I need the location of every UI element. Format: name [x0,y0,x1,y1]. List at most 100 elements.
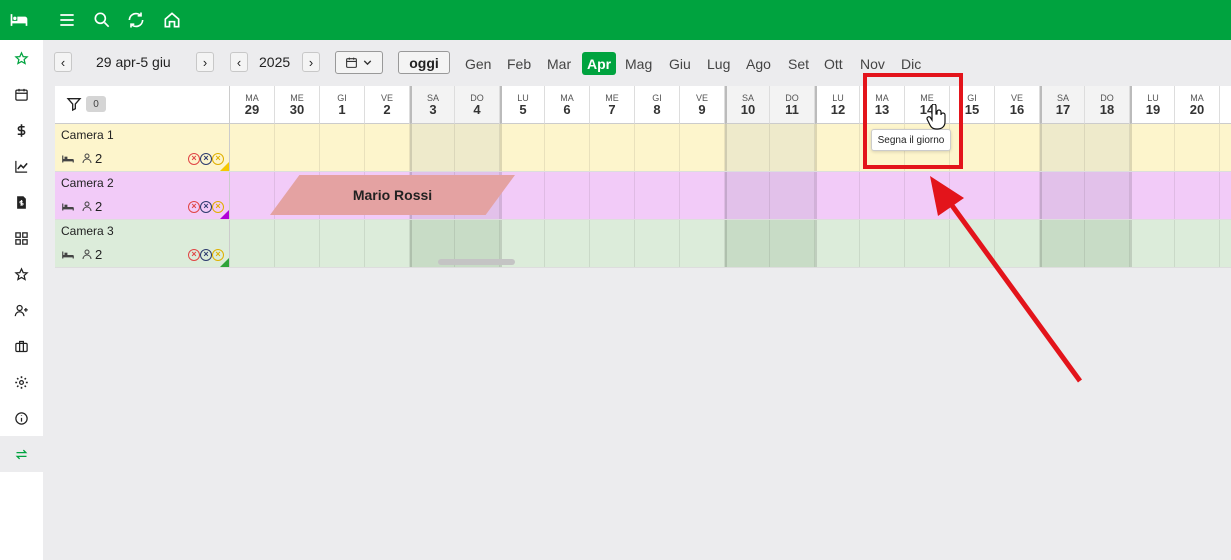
day-header[interactable]: GI 1 [320,86,365,124]
month-ott[interactable]: Ott [824,52,843,75]
invoice-icon[interactable] [0,184,43,220]
day-header[interactable]: SA 17 [1040,86,1085,124]
day-cell[interactable] [725,124,770,171]
day-header[interactable]: LU 5 [500,86,545,124]
day-cell[interactable] [230,220,275,267]
status-closed-icon[interactable]: × [188,249,200,261]
day-header[interactable]: DO 18 [1085,86,1130,124]
status-blocked-icon[interactable]: × [200,153,212,165]
day-header[interactable]: VE 2 [365,86,410,124]
day-cell[interactable] [410,124,455,171]
status-blocked-icon[interactable]: × [200,201,212,213]
day-cell[interactable] [1085,124,1130,171]
month-gen[interactable]: Gen [465,52,491,75]
day-cell[interactable] [725,172,770,219]
day-cell[interactable] [860,172,905,219]
day-cell[interactable] [995,124,1040,171]
day-header[interactable]: VE 16 [995,86,1040,124]
day-header[interactable]: VE 9 [680,86,725,124]
day-cell[interactable] [860,220,905,267]
day-header[interactable]: ME 7 [590,86,635,124]
status-closed-icon[interactable]: × [188,153,200,165]
day-header[interactable]: DO 11 [770,86,815,124]
day-cell[interactable] [500,124,545,171]
day-cell[interactable] [635,220,680,267]
day-cell[interactable] [1220,220,1231,267]
room-label[interactable]: Camera 1 2 × × × [55,124,230,171]
day-cell[interactable] [1130,124,1175,171]
add-user-icon[interactable] [0,292,43,328]
day-cell[interactable] [680,172,725,219]
day-cell[interactable] [320,124,365,171]
day-header[interactable]: ME21 [1220,86,1231,124]
today-button[interactable]: oggi [398,51,450,74]
refresh-icon[interactable] [125,9,147,31]
day-cell[interactable] [1040,124,1085,171]
home-icon[interactable] [161,9,183,31]
day-header[interactable]: MA 6 [545,86,590,124]
day-cell[interactable] [590,124,635,171]
month-ago[interactable]: Ago [746,52,771,75]
month-mar[interactable]: Mar [547,52,571,75]
grid-icon[interactable] [0,220,43,256]
day-cell[interactable] [365,220,410,267]
day-cell[interactable] [230,124,275,171]
booking-bar[interactable]: Mario Rossi [270,175,515,215]
day-header[interactable]: LU 19 [1130,86,1175,124]
day-cell[interactable] [815,172,860,219]
horizontal-scrollbar[interactable] [438,259,515,265]
year-prev-button[interactable]: ‹ [230,52,248,72]
day-cell[interactable] [230,172,275,219]
filter-header[interactable]: 0 [55,86,230,124]
month-mag[interactable]: Mag [625,52,652,75]
day-cell[interactable] [770,220,815,267]
day-header[interactable]: DO 4 [455,86,500,124]
day-cell[interactable] [725,220,770,267]
favorites-star-icon[interactable] [0,40,43,76]
day-header[interactable]: GI 8 [635,86,680,124]
briefcase-icon[interactable] [0,328,43,364]
day-cell[interactable] [1130,172,1175,219]
day-cell[interactable] [590,220,635,267]
day-cell[interactable] [1175,172,1220,219]
room-label[interactable]: Camera 2 2 × × × [55,172,230,219]
day-cell[interactable] [635,124,680,171]
month-apr[interactable]: Apr [582,52,617,75]
day-cell[interactable] [275,124,320,171]
search-icon[interactable] [91,9,113,31]
day-cell[interactable] [1085,172,1130,219]
day-cell[interactable] [1175,124,1220,171]
room-label[interactable]: Camera 3 2 × × × [55,220,230,267]
status-blocked-icon[interactable]: × [200,249,212,261]
range-next-button[interactable]: › [196,52,214,72]
day-header[interactable]: SA 3 [410,86,455,124]
day-header[interactable]: LU 12 [815,86,860,124]
day-cell[interactable] [1220,124,1231,171]
filter-icon[interactable] [66,96,82,112]
day-cell[interactable] [770,124,815,171]
calendar-picker-button[interactable] [335,51,383,74]
day-cell[interactable] [275,220,320,267]
gear-icon[interactable] [0,364,43,400]
day-cell[interactable] [545,124,590,171]
day-cell[interactable] [1175,220,1220,267]
day-header[interactable]: SA 10 [725,86,770,124]
day-cell[interactable] [680,220,725,267]
month-feb[interactable]: Feb [507,52,531,75]
dollar-icon[interactable] [0,112,43,148]
info-icon[interactable] [0,400,43,436]
day-cell[interactable] [680,124,725,171]
month-giu[interactable]: Giu [669,52,691,75]
day-cell[interactable] [635,172,680,219]
day-cell[interactable] [1130,220,1175,267]
swap-icon[interactable] [0,436,43,472]
menu-icon[interactable] [56,9,78,31]
month-set[interactable]: Set [788,52,809,75]
month-lug[interactable]: Lug [707,52,730,75]
day-cell[interactable] [770,172,815,219]
day-cell[interactable] [320,220,365,267]
status-closed-icon[interactable]: × [188,201,200,213]
calendar-icon[interactable] [0,76,43,112]
day-cell[interactable] [1220,172,1231,219]
month-nov[interactable]: Nov [860,52,885,75]
